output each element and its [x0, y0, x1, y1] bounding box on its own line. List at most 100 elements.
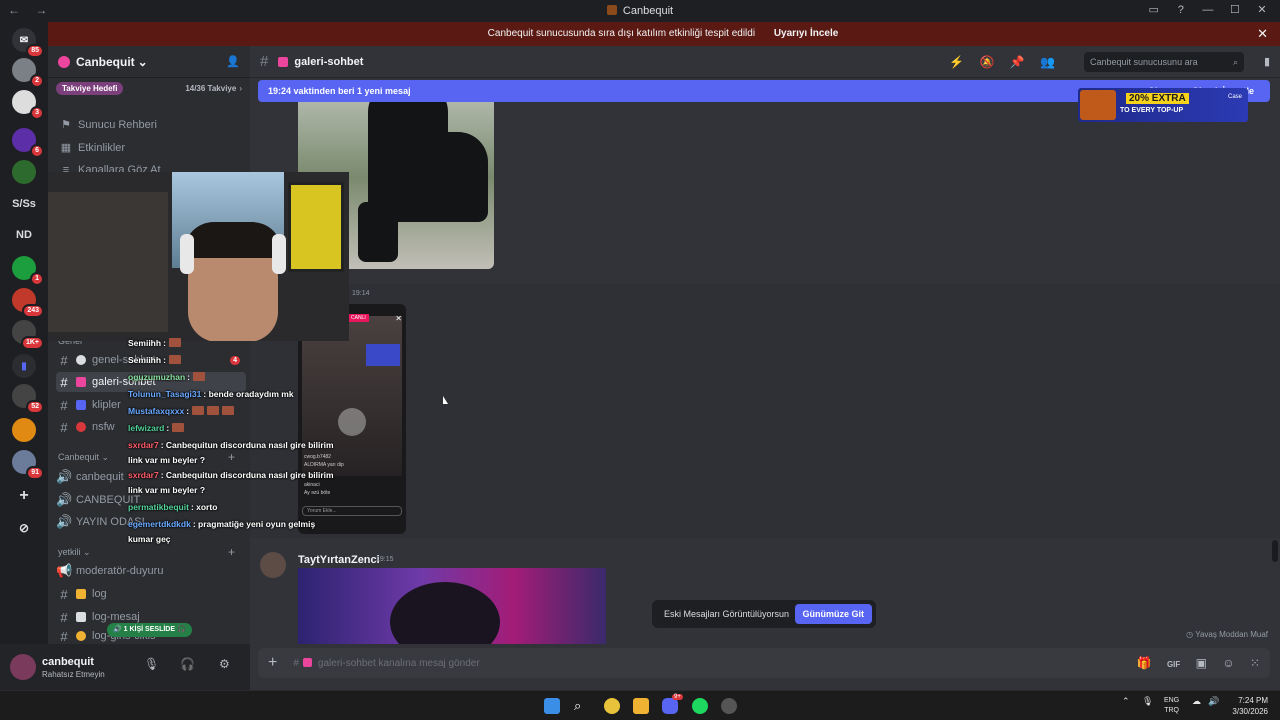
category-yetkili[interactable]: yetkili ⌄ +: [58, 545, 235, 559]
hash-icon: #: [60, 419, 68, 435]
server-icon-ss[interactable]: S/Ss: [12, 192, 36, 216]
boost-goal[interactable]: Takviye Hedefi 14/36 Takviye ›: [56, 80, 242, 96]
members-icon[interactable]: 👥: [1040, 55, 1055, 69]
stream-chat-user: permatikbequit: [128, 502, 189, 512]
add-channel-icon[interactable]: +: [228, 450, 235, 464]
stream-chat-text: :: [163, 355, 166, 365]
stream-chat-text: link var mı beyler ?: [128, 455, 206, 465]
image-icon: [278, 56, 289, 67]
message-list[interactable]: 19:14 CANLI ✕ cwog.b7482 ALDIRMA yarı di…: [250, 78, 1280, 644]
channel-log[interactable]: # log: [56, 584, 246, 604]
spotify-icon[interactable]: [692, 698, 708, 714]
events-link[interactable]: ▦ Etkinlikler: [60, 141, 126, 155]
inbox-window-icon[interactable]: ▭: [1142, 3, 1166, 16]
ad-banner[interactable]: 20% EXTRA TO EVERY TOP-UP Case: [1078, 88, 1248, 122]
review-alert-button[interactable]: Uyarıyı İncele: [772, 22, 840, 46]
steam-icon[interactable]: [721, 698, 737, 714]
pin-icon[interactable]: 📌: [1010, 55, 1025, 69]
microphone-icon[interactable]: 🎙: [144, 657, 159, 671]
server-logo-icon: [58, 55, 70, 68]
windows-start-icon[interactable]: [544, 698, 560, 714]
help-icon[interactable]: ?: [1169, 4, 1193, 16]
server-icon[interactable]: 52: [12, 384, 44, 414]
speaker-icon: 🔊: [56, 514, 73, 529]
stream-chat-line: sxrdar7: Canbequitun discorduna nasıl gi…: [128, 470, 334, 480]
attach-button[interactable]: +: [268, 654, 277, 672]
server-icon[interactable]: 91: [12, 450, 44, 480]
message-input[interactable]: + # galeri-sohbet kanalına mesaj gönder 🎁…: [258, 648, 1270, 678]
stream-chat-user: sxrdar7: [128, 440, 159, 450]
file-explorer-icon[interactable]: [633, 698, 649, 714]
invite-icon[interactable]: 👤: [226, 55, 240, 68]
maximize-button[interactable]: ☐: [1223, 3, 1247, 16]
channel-label: klipler: [92, 399, 121, 411]
tray-mic-icon[interactable]: 🎙: [1142, 696, 1153, 707]
server-badge: 91: [26, 466, 44, 480]
inbox-icon[interactable]: ▮: [1264, 55, 1270, 68]
network-icon[interactable]: ☁: [1192, 696, 1201, 707]
search-input[interactable]: Canbequit sunucusunu ara ⌕: [1084, 52, 1244, 72]
message-image[interactable]: [298, 568, 606, 644]
server-icon-nd[interactable]: ND: [12, 223, 36, 247]
category-canbequit[interactable]: Canbequit ⌄ +: [58, 450, 235, 464]
add-server-icon[interactable]: +: [12, 484, 36, 508]
user-status: Rahatsız Etmeyin: [42, 669, 105, 679]
volume-icon[interactable]: 🔊: [1208, 696, 1219, 707]
scrollbar-thumb[interactable]: [1272, 540, 1278, 562]
voice-status-badge[interactable]: 🔊 1 KİŞİ SESLİDE 🎧: [107, 623, 192, 637]
server-icon[interactable]: 1K+: [12, 320, 44, 350]
gif-button[interactable]: GIF: [1167, 660, 1180, 669]
search-icon[interactable]: ⌕: [574, 698, 590, 714]
close-notice-icon[interactable]: ✕: [1257, 22, 1268, 46]
chrome-icon[interactable]: [604, 698, 620, 714]
clock[interactable]: 7:24 PM 3/30/2026: [1232, 695, 1268, 717]
message-placeholder: # galeri-sohbet kanalına mesaj gönder: [293, 657, 480, 669]
server-icon[interactable]: 1: [12, 256, 44, 286]
channel-moderator-duyuru[interactable]: 📢 moderatör-duyuru: [56, 561, 246, 581]
slowmode-text: Yavaş Moddan Muaf: [1195, 630, 1268, 639]
server-icon[interactable]: 3: [12, 90, 44, 120]
flag-icon: ⚑: [61, 119, 71, 131]
minimize-button[interactable]: —: [1196, 4, 1220, 16]
apps-icon[interactable]: ⁙: [1250, 656, 1260, 670]
server-icon[interactable]: 6: [12, 128, 44, 158]
language-indicator[interactable]: ENG TRQ: [1164, 696, 1179, 716]
sticker-icon[interactable]: ▣: [1196, 656, 1207, 670]
tray-arrow-icon[interactable]: ⌃: [1122, 696, 1130, 707]
server-icon[interactable]: [12, 160, 36, 184]
server-icon[interactable]: [12, 418, 36, 442]
phone-comment: ALDIRMA yarı dip: [304, 462, 344, 468]
discord-icon[interactable]: [662, 698, 678, 714]
stream-chat-text: :: [187, 372, 190, 382]
gift-icon[interactable]: 🎁: [1137, 656, 1152, 670]
jump-to-present-button[interactable]: Günümüze Git: [794, 604, 872, 624]
stream-chat-user: Semiihh: [128, 355, 162, 365]
phone-comment: akinaci: [304, 482, 320, 488]
emoji-icon[interactable]: ☺: [1222, 656, 1234, 670]
explore-icon[interactable]: ⊘: [12, 516, 36, 540]
add-channel-icon[interactable]: +: [228, 545, 235, 559]
hash-icon: #: [260, 53, 269, 70]
avatar[interactable]: [260, 552, 286, 578]
server-icon[interactable]: 243: [12, 288, 44, 318]
direct-messages-icon[interactable]: ✉ 85: [12, 28, 44, 58]
folder-icon[interactable]: ▮: [12, 354, 36, 378]
headset-icon[interactable]: 🎧: [180, 657, 195, 671]
gear-icon[interactable]: ⚙: [219, 657, 230, 671]
server-header[interactable]: Canbequit ⌄ 👤: [48, 46, 250, 78]
threads-icon[interactable]: ⚡: [949, 55, 964, 69]
user-info[interactable]: canbequit Rahatsız Etmeyin: [42, 656, 105, 679]
message-author[interactable]: TaytYırtanZenci: [298, 554, 380, 566]
play-icon[interactable]: [338, 408, 366, 436]
wave-icon: [76, 631, 86, 641]
server-icon[interactable]: 2: [12, 58, 44, 88]
nav-label: Etkinlikler: [78, 141, 126, 154]
megaphone-icon: 📢: [56, 563, 73, 578]
clock-time: 7:24 PM: [1238, 696, 1268, 705]
avatar[interactable]: [10, 654, 36, 680]
mute-icon[interactable]: 🔕: [979, 55, 994, 69]
unread-badge: 4: [230, 355, 240, 365]
close-window-button[interactable]: ✕: [1250, 3, 1274, 16]
server-guide-link[interactable]: ⚑ Sunucu Rehberi: [60, 118, 157, 132]
mouse-cursor-icon: [443, 396, 448, 404]
